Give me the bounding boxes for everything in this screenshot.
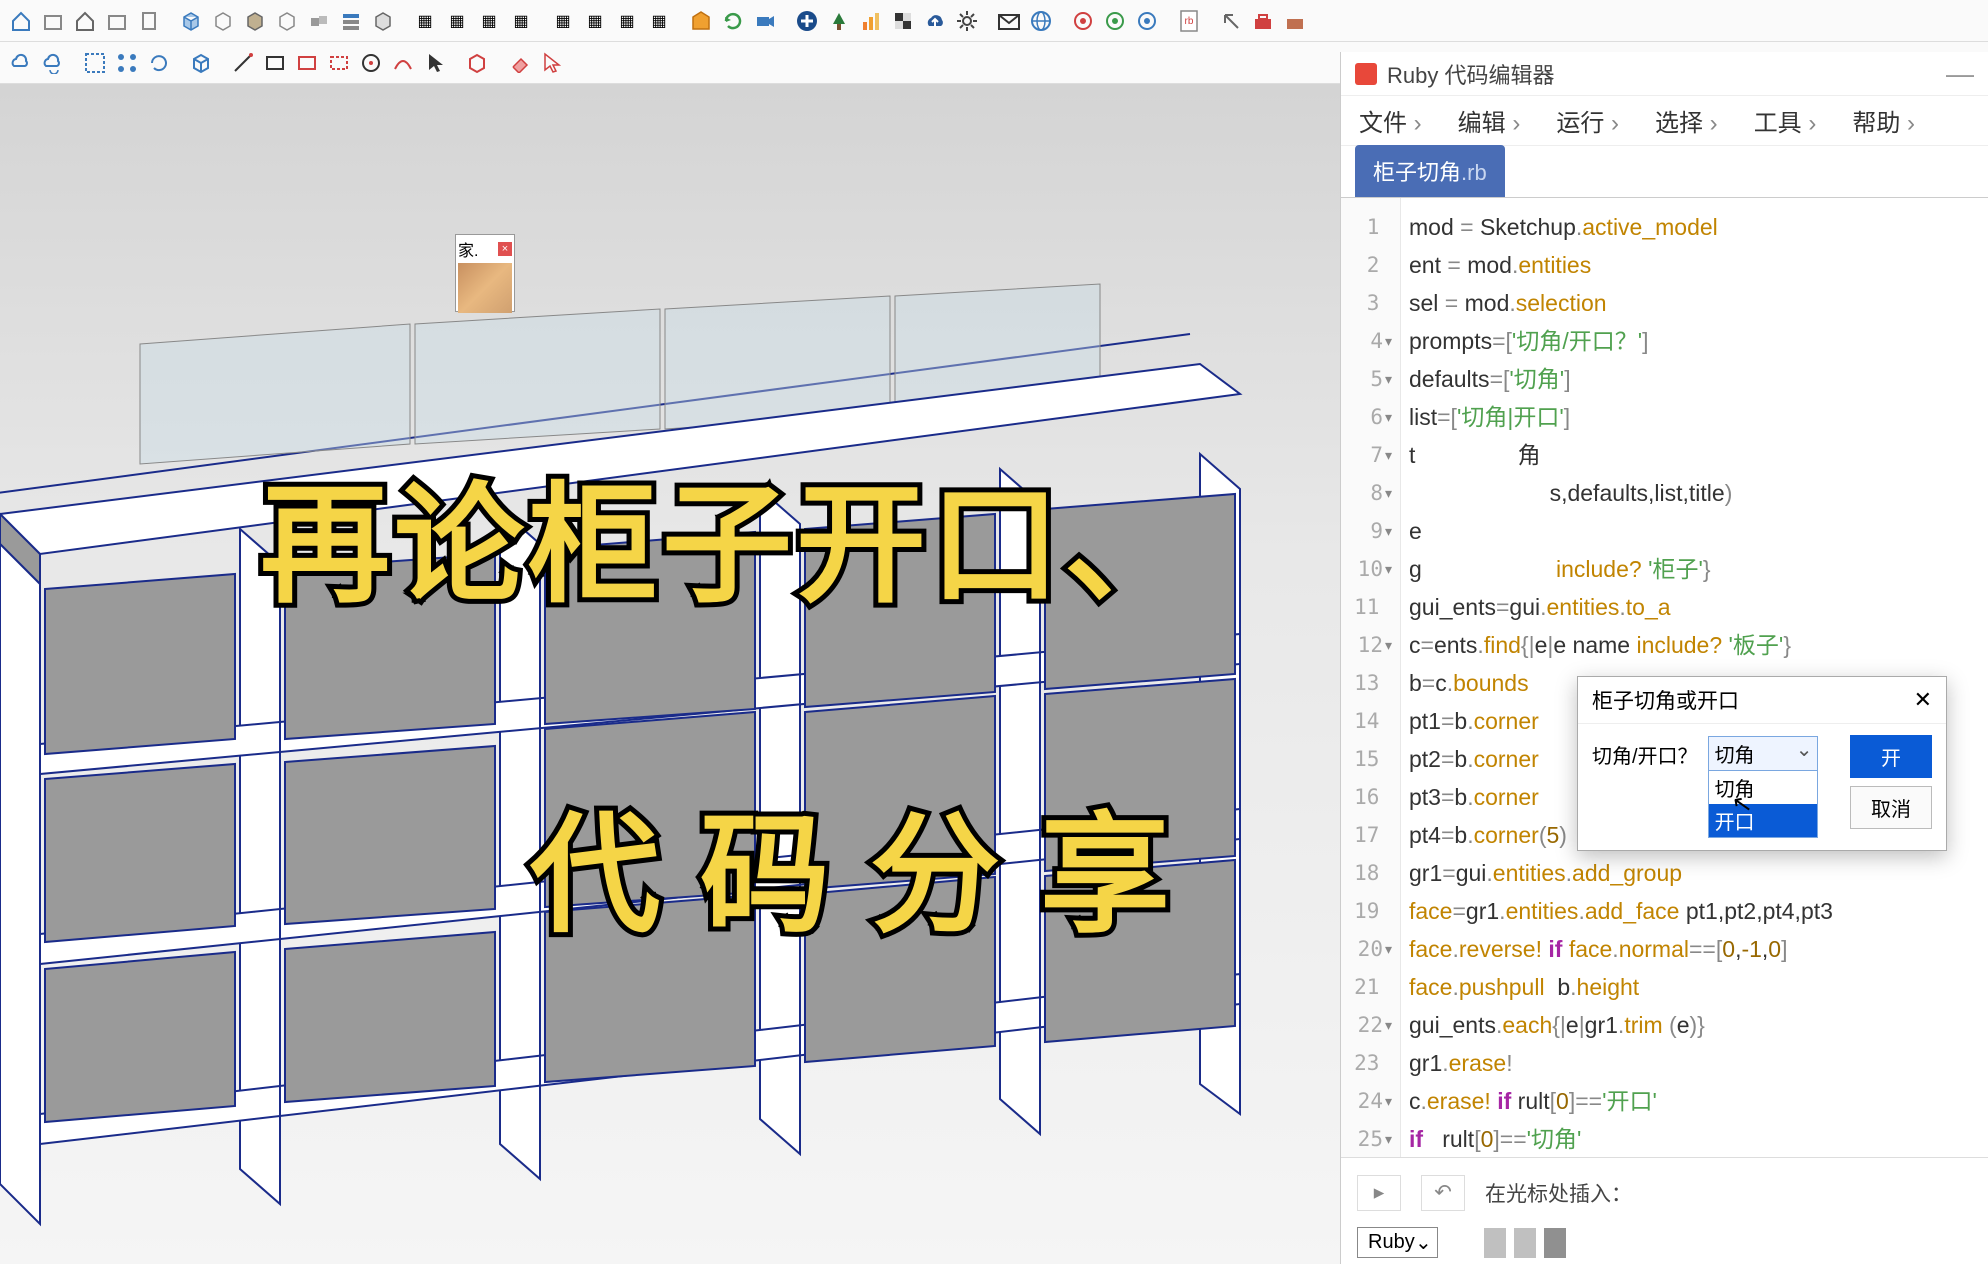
insert-label: 在光标处插入：: [1485, 1178, 1632, 1208]
toolbox2-icon[interactable]: [1280, 6, 1310, 36]
editor-tabs: 柜子切角.rb: [1341, 146, 1988, 198]
color-swatch-3[interactable]: [1544, 1228, 1566, 1258]
target-blue-icon[interactable]: [1132, 6, 1162, 36]
camera-icon[interactable]: [750, 6, 780, 36]
thumb-label: 家.: [458, 237, 478, 261]
cloud-sync-icon[interactable]: [6, 48, 36, 78]
ruby-doc-icon[interactable]: rb: [1174, 6, 1204, 36]
toolbar-row-1: ▦ ▦ ▦ ▦ ▦ ▦ ▦ ▦ rb: [0, 0, 1988, 42]
editor-title: Ruby 代码编辑器: [1387, 58, 1554, 90]
house-blue-icon[interactable]: [6, 6, 36, 36]
plus-circle-icon[interactable]: [792, 6, 822, 36]
cursor-icon[interactable]: [420, 48, 450, 78]
cabinet-model: [0, 264, 1340, 1264]
chart-icon[interactable]: [856, 6, 886, 36]
ext-warehouse-icon[interactable]: [686, 6, 716, 36]
run-button[interactable]: ▸: [1357, 1175, 1401, 1211]
menu-edit[interactable]: 编辑: [1458, 103, 1521, 138]
model-viewport[interactable]: 家. ×: [0, 84, 1340, 1264]
globe-icon[interactable]: [1026, 6, 1056, 36]
dialog-title: 柜子切角或开口: [1592, 685, 1739, 715]
cube-pair-icon[interactable]: [304, 6, 334, 36]
target-red-icon[interactable]: [1068, 6, 1098, 36]
thumb-close-icon[interactable]: ×: [498, 242, 512, 256]
cubes-e-icon[interactable]: ▦: [548, 6, 578, 36]
sketchup-icon: [1355, 63, 1377, 85]
overlay-title-1: 再论柜子开口、: [260, 440, 1198, 628]
line-gutter: 1 2 3 4▾5▾6▾7▾8▾9▾10▾11 12▾13 14 15 16 1…: [1341, 198, 1401, 1157]
editor-menu: 文件 编辑 运行 选择 工具 帮助: [1341, 96, 1988, 146]
cube4-icon[interactable]: [368, 6, 398, 36]
eraser-icon[interactable]: [504, 48, 534, 78]
combo-dropdown: 切角 开口: [1708, 771, 1818, 838]
cubes-f-icon[interactable]: ▦: [580, 6, 610, 36]
menu-file[interactable]: 文件: [1359, 103, 1422, 138]
arc-tool-icon[interactable]: [388, 48, 418, 78]
combo-option-1[interactable]: 开口: [1709, 804, 1817, 837]
cube-wire-icon[interactable]: [186, 48, 216, 78]
cubes-g-icon[interactable]: ▦: [612, 6, 642, 36]
cubes-b-icon[interactable]: ▦: [442, 6, 472, 36]
wood-material-icon: [458, 263, 512, 313]
menu-help[interactable]: 帮助: [1852, 103, 1915, 138]
tree-icon[interactable]: [824, 6, 854, 36]
svg-text:rb: rb: [1185, 16, 1194, 27]
cube-dark-icon[interactable]: [240, 6, 270, 36]
box-icon[interactable]: [38, 6, 68, 36]
undo-button[interactable]: ↶: [1421, 1175, 1465, 1211]
cubes-c-icon[interactable]: ▦: [474, 6, 504, 36]
toolbox-icon[interactable]: [1248, 6, 1278, 36]
combo-selected[interactable]: 切角: [1708, 736, 1818, 771]
checker-icon[interactable]: [888, 6, 918, 36]
refresh2-icon[interactable]: [144, 48, 174, 78]
cube-blue-icon[interactable]: [176, 6, 206, 36]
component-thumbnail[interactable]: 家. ×: [455, 234, 515, 312]
color-swatch-2[interactable]: [1514, 1228, 1536, 1258]
inputbox-dialog: 柜子切角或开口 ✕ 切角/开口？ 切角 切角 开口 开 取消: [1577, 676, 1947, 851]
cubes-d-icon[interactable]: ▦: [506, 6, 536, 36]
rect-tool-icon[interactable]: [260, 48, 290, 78]
gear-icon[interactable]: [952, 6, 982, 36]
refresh-icon[interactable]: [718, 6, 748, 36]
menu-run[interactable]: 运行: [1556, 103, 1619, 138]
circle-tool-icon[interactable]: [356, 48, 386, 78]
line-tool-icon[interactable]: [228, 48, 258, 78]
selection-icon[interactable]: [80, 48, 110, 78]
dialog-ok-button[interactable]: 开: [1850, 735, 1932, 778]
cubes-h-icon[interactable]: ▦: [644, 6, 674, 36]
cloud-sync2-icon[interactable]: [38, 48, 68, 78]
dialog-field-label: 切角/开口？: [1592, 736, 1698, 769]
minimize-icon[interactable]: —: [1946, 58, 1974, 90]
target-green-icon[interactable]: [1100, 6, 1130, 36]
menu-select[interactable]: 选择: [1655, 103, 1718, 138]
mail-icon[interactable]: [994, 6, 1024, 36]
house-icon[interactable]: [70, 6, 100, 36]
arrow-tl-icon[interactable]: [1216, 6, 1246, 36]
cloud-up-icon[interactable]: [920, 6, 950, 36]
ruby-editor-panel: Ruby 代码编辑器 — 文件 编辑 运行 选择 工具 帮助 柜子切角.rb 1…: [1340, 52, 1988, 1264]
cursor2-icon[interactable]: [536, 48, 566, 78]
clipboard-icon[interactable]: [134, 6, 164, 36]
rect-dash-icon[interactable]: [324, 48, 354, 78]
box2-icon[interactable]: [102, 6, 132, 36]
dialog-close-icon[interactable]: ✕: [1914, 687, 1932, 713]
editor-titlebar: Ruby 代码编辑器 —: [1341, 52, 1988, 96]
cube-icon[interactable]: [208, 6, 238, 36]
rect-filled-icon[interactable]: [292, 48, 322, 78]
combo-option-0[interactable]: 切角: [1709, 771, 1817, 804]
menu-tools[interactable]: 工具: [1754, 103, 1817, 138]
lang-selector-row: Ruby: [1341, 1227, 1988, 1258]
stack-icon[interactable]: [336, 6, 366, 36]
language-select[interactable]: Ruby: [1357, 1227, 1438, 1258]
dialog-cancel-button[interactable]: 取消: [1850, 786, 1932, 829]
cube3-icon[interactable]: [272, 6, 302, 36]
cubes-a-icon[interactable]: ▦: [410, 6, 440, 36]
dialog-combo[interactable]: 切角 切角 开口: [1708, 736, 1818, 838]
color-swatch-1[interactable]: [1484, 1228, 1506, 1258]
overlay-title-2: 代码分享: [530, 770, 1210, 958]
editor-bottom-bar: ▸ ↶ 在光标处插入：: [1341, 1157, 1988, 1227]
nodes-icon[interactable]: [112, 48, 142, 78]
tab-file[interactable]: 柜子切角.rb: [1355, 145, 1505, 197]
box-wire-icon[interactable]: [462, 48, 492, 78]
